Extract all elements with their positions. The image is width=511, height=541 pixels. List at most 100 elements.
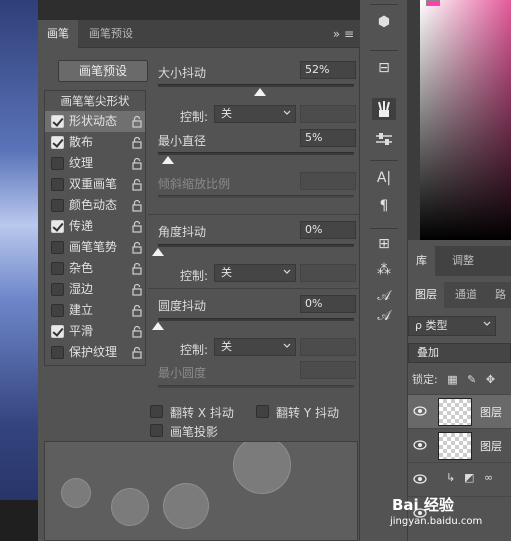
watermark-url: jingyan.baidu.com [390,516,483,527]
brush-setting-label: 平滑 [69,324,94,338]
glyphs-icon[interactable]: 𝒜 [372,288,396,300]
lock-icon[interactable] [132,115,142,128]
sliders-icon [376,133,392,145]
watermark: Bai 经验 jingyan.baidu.com [388,488,511,541]
size-jitter-slider[interactable] [158,84,354,87]
control-select-2[interactable]: 关 [214,264,296,282]
tab-paths[interactable]: 路 [488,282,511,308]
lock-icon[interactable] [132,220,142,233]
brush-setting-label: 双重画笔 [69,177,118,191]
brush-presets-button[interactable]: 画笔预设 [58,60,148,82]
angle-jitter-slider[interactable] [158,244,354,247]
roundness-jitter-field[interactable]: 0% [300,295,356,313]
min-diameter-thumb[interactable] [162,156,174,164]
3d-icon[interactable]: ⬢ [372,14,396,36]
angle-jitter-thumb[interactable] [152,248,164,256]
checkbox[interactable] [51,220,64,233]
lock-icon[interactable] [132,136,142,149]
control-select-1[interactable]: 关 [214,105,296,123]
flip-x-checkbox[interactable] [150,405,163,418]
checkbox[interactable] [51,178,64,191]
tab-brush-presets[interactable]: 画笔预设 [80,20,142,48]
brush-setting-item[interactable]: 保护纹理 [45,342,145,363]
layer-row[interactable]: 图层 [408,428,511,462]
color-field[interactable] [420,0,511,240]
tab-layers[interactable]: 图层 [408,282,444,308]
checkbox[interactable] [51,346,64,359]
brush-setting-item[interactable]: 湿边 [45,279,145,300]
angle-jitter-field[interactable]: 0% [300,221,356,239]
lock-move-icon[interactable]: ✥ [486,373,495,386]
brush-setting-item[interactable]: 纹理 [45,153,145,174]
checkbox[interactable] [51,304,64,317]
lock-icon[interactable] [132,199,142,212]
character-styles-icon[interactable]: ⁂ [372,262,396,284]
size-jitter-field[interactable]: 52% [300,61,356,79]
control-label-3: 控制: [180,343,209,357]
brush-setting-item[interactable]: 传递 [45,216,145,237]
tab-brush[interactable]: 画笔 [38,20,78,48]
adjustment-icon: ◩ [464,471,475,484]
flip-y-checkbox[interactable] [256,405,269,418]
lock-icon[interactable] [132,346,142,359]
glyphs-panel-icon[interactable]: 𝒜 [372,308,396,330]
min-diameter-slider[interactable] [158,152,354,155]
brush-tip-shape-item[interactable]: 画笔笔尖形状 [45,91,145,111]
tab-channels[interactable]: 通道 [448,282,484,308]
min-roundness-field [300,361,356,379]
control-select-3[interactable]: 关 [214,338,296,356]
brush-setting-label: 颜色动态 [69,198,118,212]
foreground-swatch[interactable] [426,0,440,6]
brush-setting-item[interactable]: 形状动态 [45,111,145,132]
checkbox[interactable] [51,241,64,254]
paragraph-icon[interactable]: ¶ [372,198,396,220]
lock-icon[interactable] [132,262,142,275]
brush-setting-item[interactable]: 双重画笔 [45,174,145,195]
lock-transparent-icon[interactable]: ▦ [447,373,457,386]
character-icon[interactable]: A| [372,170,396,192]
brush-setting-item[interactable]: 杂色 [45,258,145,279]
checkbox[interactable] [51,262,64,275]
tab-library[interactable]: 库 [408,246,435,276]
paragraph-styles-icon[interactable]: ⊞ [372,236,396,258]
brush-projection-checkbox[interactable] [150,424,163,437]
eye-icon[interactable] [413,440,427,450]
brush-setting-item[interactable]: 散布 [45,132,145,153]
size-jitter-thumb[interactable] [254,88,266,96]
layer-filter-select[interactable]: ρ 类型 [408,316,496,336]
checkbox[interactable] [51,199,64,212]
brush-setting-item[interactable]: 建立 [45,300,145,321]
roundness-jitter-thumb[interactable] [152,322,164,330]
checkbox[interactable] [51,325,64,338]
lock-label: 锁定: [412,373,438,386]
checkbox[interactable] [51,115,64,128]
checkbox[interactable] [51,136,64,149]
layer-row[interactable]: 图层 [408,394,511,428]
brush-setting-label: 纹理 [69,156,94,170]
brush-panel-icon[interactable] [372,98,396,120]
roundness-jitter-slider[interactable] [158,318,354,321]
chevron-down-icon [283,343,291,348]
brush-setting-item[interactable]: 平滑 [45,321,145,342]
eye-icon[interactable] [413,406,427,416]
lock-icon[interactable] [132,178,142,191]
lock-icon[interactable] [132,157,142,170]
checkbox[interactable] [51,157,64,170]
lock-icon[interactable] [132,325,142,338]
panel-menu-icon[interactable]: » ≡ [333,20,354,48]
lock-row: 锁定: ▦ ✎ ✥ [408,370,511,390]
lock-icon[interactable] [132,304,142,317]
min-diameter-field[interactable]: 5% [300,129,356,147]
checkbox[interactable] [51,283,64,296]
brush-setting-item[interactable]: 画笔笔势 [45,237,145,258]
lock-icon[interactable] [132,283,142,296]
eye-icon[interactable] [413,474,427,484]
tab-adjustments[interactable]: 调整 [444,246,482,276]
clone-source-icon[interactable] [372,128,396,150]
lock-paint-icon[interactable]: ✎ [467,373,476,386]
navigator-icon[interactable]: ⊟ [372,60,396,82]
tilt-scale-field [300,172,356,190]
blend-mode-select[interactable]: 叠加 [408,343,511,363]
brush-setting-item[interactable]: 颜色动态 [45,195,145,216]
lock-icon[interactable] [132,241,142,254]
